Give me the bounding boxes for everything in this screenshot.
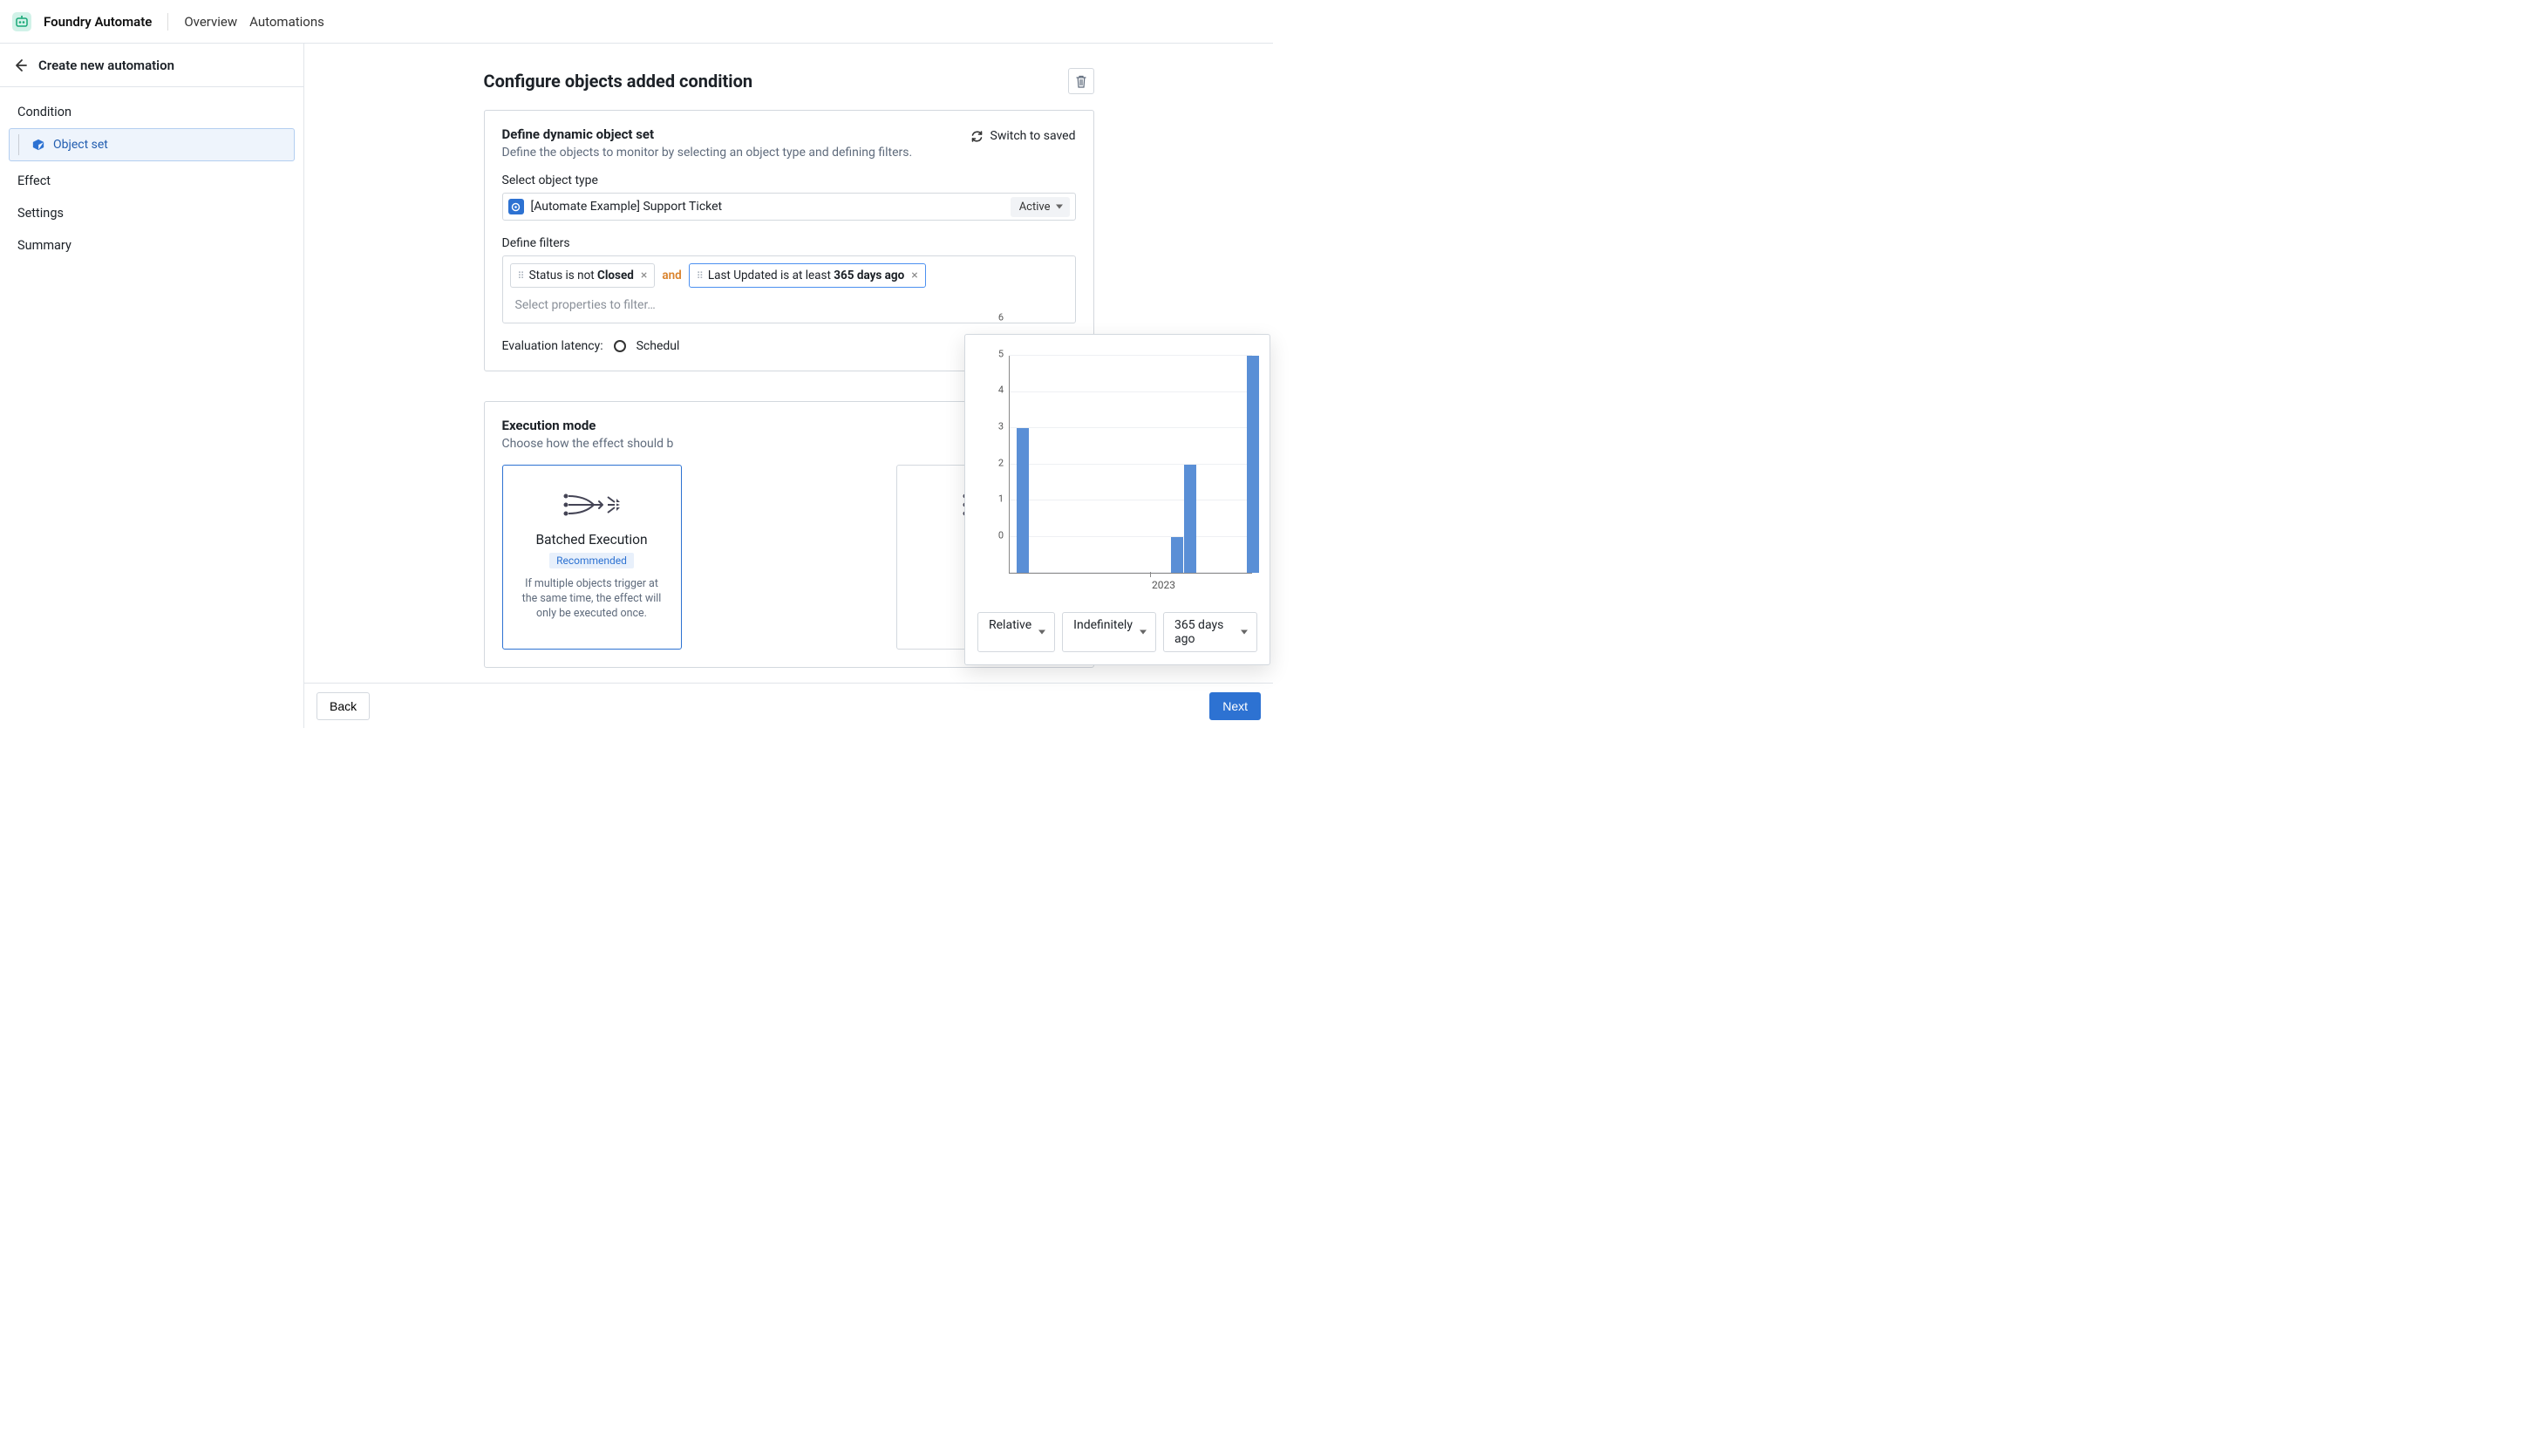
status-dropdown[interactable]: Active [1011, 197, 1070, 217]
filter-and: and [662, 269, 681, 282]
left-sidebar: Create new automation Condition Object s… [0, 44, 304, 728]
object-type-select[interactable]: [Automate Example] Support Ticket Active [502, 193, 1076, 221]
eval-latency-label: Evaluation latency: [502, 339, 603, 353]
side-nav: Condition Object set Effect Settings Sum… [0, 87, 303, 270]
filter-chip-status[interactable]: ⠿ Status is not Closed × [510, 263, 656, 288]
chart-bar [1171, 537, 1183, 574]
filter2-value: 365 days ago [834, 269, 904, 282]
filter1-value: Closed [597, 269, 634, 282]
batched-title: Batched Execution [519, 532, 665, 548]
nav-automations[interactable]: Automations [249, 14, 324, 30]
sidebar-item-object-set[interactable]: Object set [9, 128, 295, 161]
back-button[interactable]: Back [317, 692, 370, 720]
sub-header: Create new automation [0, 44, 304, 87]
sidebar-item-summary[interactable]: Summary [9, 229, 295, 262]
select-type-label: Select object type [502, 173, 1076, 187]
app-logo [12, 12, 31, 31]
radio-scheduled[interactable] [614, 340, 626, 352]
refresh-icon [970, 130, 984, 143]
filters-label: Define filters [502, 236, 1076, 250]
popover-range-select[interactable]: 365 days ago [1163, 612, 1257, 652]
sidebar-item-label: Object set [53, 138, 108, 152]
xaxis-label: 2023 [1152, 579, 1175, 591]
histogram-chart: 0123456 2023 [977, 349, 1257, 602]
eval-option-label: Schedul [636, 339, 680, 353]
sidebar-item-effect[interactable]: Effect [9, 165, 295, 197]
filter2-prefix: Last Updated is at least [708, 269, 834, 282]
object-set-desc: Define the objects to monitor by selecti… [502, 146, 1076, 160]
trash-icon [1075, 75, 1087, 88]
cube-icon [32, 139, 44, 151]
filter-chip-last-updated[interactable]: ⠿ Last Updated is at least 365 days ago … [689, 263, 926, 288]
sidebar-item-settings[interactable]: Settings [9, 197, 295, 229]
delete-button[interactable] [1068, 68, 1094, 94]
drag-handle-icon[interactable]: ⠿ [697, 270, 703, 282]
filter1-prefix: Status is not [529, 269, 597, 282]
switch-to-saved-label: Switch to saved [990, 129, 1076, 143]
popover-relative-select[interactable]: Relative [977, 612, 1055, 652]
popover-indefinitely-select[interactable]: Indefinitely [1062, 612, 1156, 652]
chart-bar [1017, 428, 1029, 573]
filter-popover: 0123456 2023 Relative Indefinitely 365 d… [964, 334, 1270, 665]
batched-desc: If multiple objects trigger at the same … [519, 577, 665, 622]
remove-filter-icon[interactable]: × [909, 269, 917, 282]
filter-add-placeholder[interactable]: Select properties to filter… [510, 295, 1068, 316]
sidebar-item-condition[interactable]: Condition [9, 96, 295, 128]
top-header: Foundry Automate Overview Automations [0, 0, 1273, 44]
recommended-badge: Recommended [549, 553, 634, 568]
object-type-icon [508, 199, 524, 214]
chart-bar [1247, 356, 1259, 573]
filters-box: ⠿ Status is not Closed × and ⠿ Last Upda… [502, 255, 1076, 323]
next-button[interactable]: Next [1209, 692, 1261, 720]
remove-filter-icon[interactable]: × [639, 269, 647, 282]
nav-overview[interactable]: Overview [184, 14, 237, 30]
mode-card-batched[interactable]: Batched Execution Recommended If multipl… [502, 465, 682, 650]
page-title: Configure objects added condition [484, 71, 753, 92]
object-set-panel: Define dynamic object set Switch to save… [484, 110, 1094, 371]
drag-handle-icon[interactable]: ⠿ [518, 270, 524, 282]
robot-icon [15, 16, 29, 28]
batched-icon [519, 485, 665, 525]
back-arrow-icon[interactable] [12, 58, 28, 73]
switch-to-saved-button[interactable]: Switch to saved [970, 129, 1076, 143]
app-title: Foundry Automate [44, 14, 152, 30]
sub-header-title: Create new automation [38, 58, 174, 73]
object-set-heading: Define dynamic object set [502, 126, 655, 142]
footer-bar: Back Next [304, 683, 1273, 728]
main-content: Configure objects added condition Define… [304, 44, 1273, 728]
object-type-name: [Automate Example] Support Ticket [531, 200, 1004, 214]
divider [167, 13, 168, 31]
chart-bar [1184, 465, 1196, 574]
